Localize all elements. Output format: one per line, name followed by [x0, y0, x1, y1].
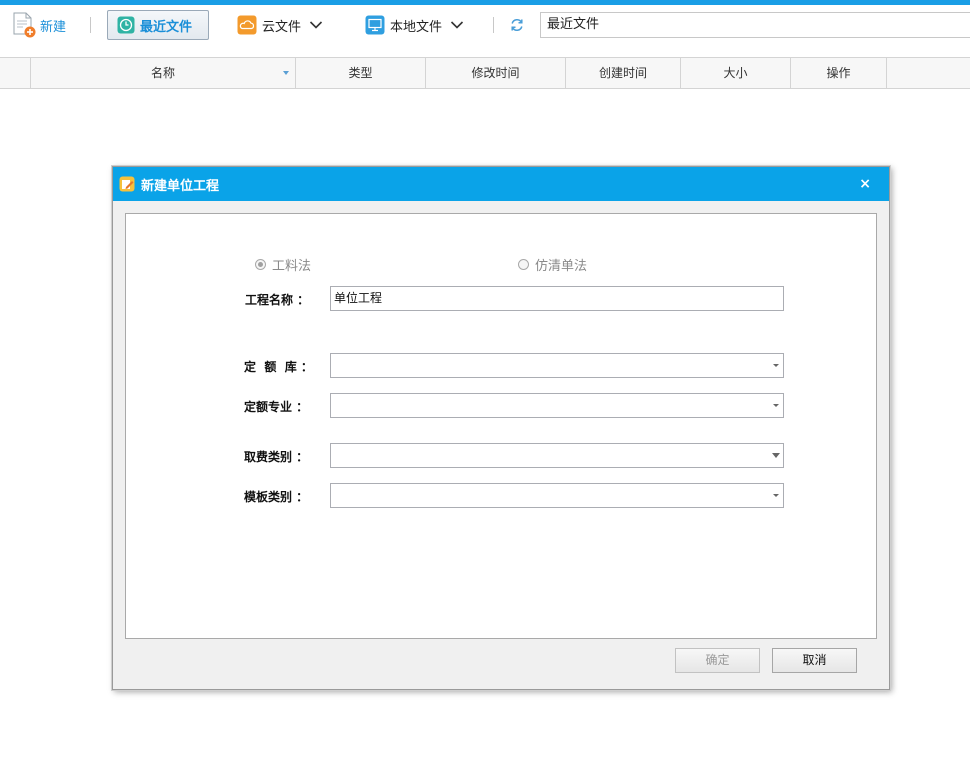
dropdown-arrow-icon: [773, 404, 779, 407]
close-icon[interactable]: ×: [859, 175, 871, 193]
local-files-button[interactable]: 本地文件: [365, 5, 464, 45]
column-header-created[interactable]: 创建时间: [566, 58, 681, 88]
monitor-icon: [365, 15, 385, 35]
refresh-button[interactable]: [509, 17, 525, 37]
column-header-actions[interactable]: 操作: [791, 58, 887, 88]
column-header-size[interactable]: 大小: [681, 58, 791, 88]
column-header-name[interactable]: 名称: [31, 58, 296, 88]
column-checkbox: [0, 58, 31, 88]
recent-files-button[interactable]: 最近文件: [107, 10, 209, 40]
dropdown-arrow-icon: [773, 364, 779, 367]
radio-fangqing-label: 仿清单法: [535, 259, 588, 274]
chevron-down-icon: [309, 21, 323, 29]
path-input[interactable]: 最近文件: [540, 12, 970, 38]
project-name-label: 工程名称 ：: [245, 293, 310, 307]
cloud-files-label: 云文件: [262, 19, 302, 35]
dialog-title-bar[interactable]: 新建单位工程 ×: [113, 167, 889, 201]
dialog-title: 新建单位工程: [141, 178, 220, 194]
dropdown-arrow-icon: [773, 494, 779, 497]
quota-specialty-select[interactable]: [330, 393, 784, 418]
pencil-note-icon: [119, 176, 135, 192]
new-button[interactable]: 新建: [12, 5, 66, 45]
radio-selected-icon: [255, 259, 266, 270]
chevron-down-icon: [450, 21, 464, 29]
clock-icon: [117, 16, 135, 34]
template-category-select[interactable]: [330, 483, 784, 508]
dialog-form-panel: 工料法 仿清单法 工程名称 ： 单位工程 定 额 库 ： 定额专业 ： 取费类别…: [125, 213, 877, 639]
local-files-label: 本地文件: [390, 19, 443, 35]
sort-arrow-icon: [283, 71, 289, 75]
toolbar-separator: [493, 17, 494, 33]
new-button-label: 新建: [40, 19, 67, 35]
confirm-button[interactable]: 确定: [675, 648, 760, 673]
toolbar: 新建 最近文件 云文件 本地文件 最近文件: [0, 5, 970, 45]
quota-library-select[interactable]: [330, 353, 784, 378]
file-list-header: 名称 类型 修改时间 创建时间 大小 操作: [0, 57, 970, 89]
project-name-input[interactable]: 单位工程: [330, 286, 784, 311]
column-header-modified[interactable]: 修改时间: [426, 58, 566, 88]
new-unit-project-dialog: 新建单位工程 × 工料法 仿清单法 工程名称 ： 单位工程 定 额 库 ： 定额…: [112, 166, 890, 690]
cloud-icon: [237, 15, 257, 35]
radio-gongliao-label: 工料法: [272, 259, 312, 274]
column-header-label: 名称: [150, 66, 175, 80]
quota-library-label: 定 额 库 ：: [244, 360, 313, 374]
cloud-files-button[interactable]: 云文件: [237, 5, 323, 45]
template-category-label: 模板类别 ：: [244, 490, 309, 504]
cancel-button[interactable]: 取消: [772, 648, 857, 673]
radio-fangqing[interactable]: 仿清单法: [518, 255, 587, 274]
radio-unselected-icon: [518, 259, 529, 270]
column-header-type[interactable]: 类型: [296, 58, 426, 88]
radio-gongliao[interactable]: 工料法: [255, 255, 311, 274]
fee-category-select[interactable]: [330, 443, 784, 468]
toolbar-separator: [90, 17, 91, 33]
fee-category-label: 取费类别 ：: [244, 450, 309, 464]
refresh-icon: [511, 19, 523, 31]
recent-files-label: 最近文件: [140, 19, 193, 35]
dropdown-arrow-icon: [772, 453, 780, 458]
new-file-icon: [13, 12, 36, 38]
quota-specialty-label: 定额专业 ：: [244, 400, 309, 414]
